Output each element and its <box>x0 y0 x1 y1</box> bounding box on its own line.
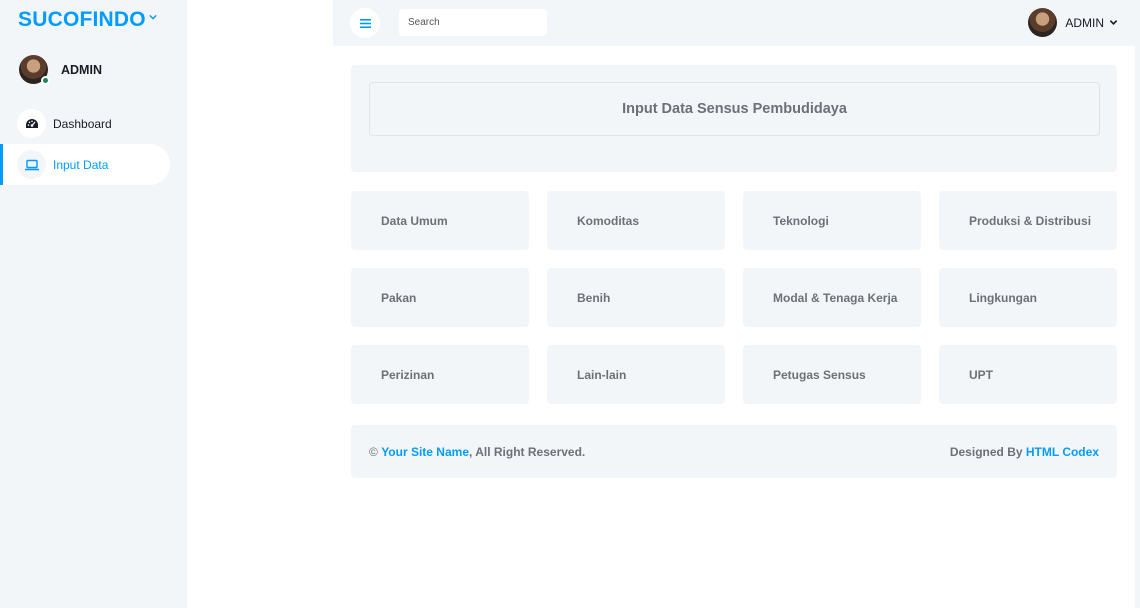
site-name-link[interactable]: Your Site Name <box>381 445 469 459</box>
tile-label: Modal & Tenaga Kerja <box>773 290 898 305</box>
footer-credit: Designed By HTML Codex <box>950 445 1099 459</box>
tile-modal-tenaga-kerja[interactable]: Modal & Tenaga Kerja <box>743 268 921 327</box>
sidebar: SUCOFINDO ADMIN Dashboard Input Data <box>0 0 187 608</box>
sidebar-item-input-data[interactable]: Input Data <box>0 144 170 185</box>
tile-produksi-distribusi[interactable]: Produksi & Distribusi <box>939 191 1117 250</box>
tile-lingkungan[interactable]: Lingkungan <box>939 268 1117 327</box>
top-user-name: ADMIN <box>1065 15 1104 30</box>
topbar: ADMIN <box>333 0 1140 46</box>
footer-copyright: © Your Site Name, All Right Reserved. <box>369 445 585 459</box>
footer: © Your Site Name, All Right Reserved. De… <box>351 425 1117 478</box>
tile-pakan[interactable]: Pakan <box>351 268 529 327</box>
page-title: Input Data Sensus Pembudidaya <box>622 101 847 117</box>
sidebar-user-name: ADMIN <box>61 62 102 77</box>
copyright-symbol: © <box>369 444 378 459</box>
avatar <box>1028 8 1058 37</box>
laptop-icon <box>17 150 46 179</box>
tile-label: Lingkungan <box>969 290 1037 305</box>
chevron-down-icon <box>1109 20 1118 25</box>
avatar <box>19 55 50 85</box>
tile-label: Komoditas <box>577 213 640 228</box>
tachometer-icon <box>17 109 46 138</box>
category-grid: Data Umum Komoditas Teknologi Produksi &… <box>351 191 1117 404</box>
tile-label: Teknologi <box>773 213 829 228</box>
page-header-panel: Input Data Sensus Pembudidaya <box>351 65 1117 172</box>
chevron-down-icon[interactable] <box>149 13 157 21</box>
brand-title[interactable]: SUCOFINDO <box>18 8 146 32</box>
tile-label: UPT <box>969 367 993 382</box>
tile-label: Lain-lain <box>577 367 627 382</box>
tile-perizinan[interactable]: Perizinan <box>351 345 529 404</box>
footer-designed-by: Designed By <box>949 444 1023 459</box>
hamburger-icon <box>359 18 371 28</box>
brand[interactable]: SUCOFINDO <box>18 8 146 32</box>
tile-label: Perizinan <box>381 367 435 382</box>
tile-data-umum[interactable]: Data Umum <box>351 191 529 250</box>
tile-lain-lain[interactable]: Lain-lain <box>547 345 725 404</box>
sidebar-item-dashboard[interactable]: Dashboard <box>0 103 170 144</box>
top-user-menu[interactable]: ADMIN <box>1028 8 1118 37</box>
sidebar-user: ADMIN <box>19 55 102 85</box>
page-header: Input Data Sensus Pembudidaya <box>369 82 1100 136</box>
search-input[interactable] <box>399 9 547 36</box>
sidebar-item-label: Dashboard <box>53 116 112 131</box>
sidebar-item-label: Input Data <box>53 157 109 172</box>
footer-rights: , All Right Reserved. <box>469 444 586 459</box>
tile-upt[interactable]: UPT <box>939 345 1117 404</box>
sidebar-toggle-button[interactable] <box>350 8 380 38</box>
online-status-dot <box>41 76 50 85</box>
tile-komoditas[interactable]: Komoditas <box>547 191 725 250</box>
tile-petugas-sensus[interactable]: Petugas Sensus <box>743 345 921 404</box>
tile-label: Produksi & Distribusi <box>969 213 1092 228</box>
designer-link[interactable]: HTML Codex <box>1026 445 1099 459</box>
tile-label: Pakan <box>381 290 417 305</box>
tile-label: Petugas Sensus <box>773 367 866 382</box>
tile-teknologi[interactable]: Teknologi <box>743 191 921 250</box>
tile-benih[interactable]: Benih <box>547 268 725 327</box>
tile-label: Benih <box>577 290 611 305</box>
tile-label: Data Umum <box>381 213 448 228</box>
scrollbar[interactable] <box>1135 0 1140 608</box>
